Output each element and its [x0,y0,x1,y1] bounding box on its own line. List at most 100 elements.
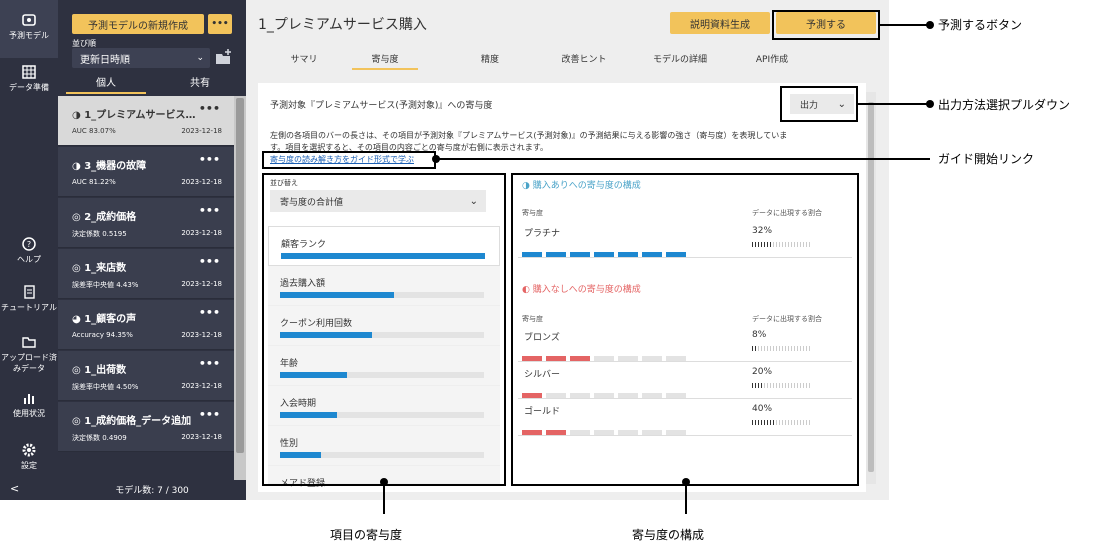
annotation-output-pulldown: 出力方法選択プルダウン [938,98,1071,112]
rail-item-help[interactable]: ? ヘルプ [0,236,58,272]
list-more-button[interactable]: ••• [208,14,232,34]
model-name-text: 1_成約価格_データ追加 [84,416,192,427]
callout-predict-button [772,10,880,40]
content-scrollbar[interactable] [866,92,876,484]
annotation-dot [380,478,388,486]
annotation-dot [682,478,690,486]
model-name-text: 1_顧客の声 [84,314,137,325]
model-menu-button[interactable]: ••• [199,204,220,217]
model-metric: AUC 83.07% [72,127,116,135]
help-icon: ? [22,237,36,251]
tab-improvement-hints[interactable]: 改善ヒント [544,52,624,65]
model-date: 2023-12-18 [181,127,222,135]
model-list: ◑ 1_プレミアムサービス… ••• AUC 83.07% 2023-12-18… [58,96,234,456]
rail-item-settings[interactable]: 設定 [0,442,58,472]
annotation-predict-button: 予測するボタン [938,18,1023,32]
model-name-text: 2_成約価格 [84,212,137,223]
rail-item-tutorial[interactable]: チュートリアル [0,284,58,324]
data-prep-icon [22,65,36,79]
model-name-text: 1_来店数 [84,263,127,274]
list-item[interactable]: ◎ 1_成約価格_データ追加 ••• 決定係数 0.4909 2023-12-1… [58,402,234,452]
annotation-dot [432,155,440,163]
model-menu-button[interactable]: ••• [199,153,220,166]
list-item[interactable]: ◎ 1_出荷数 ••• 誤差率中央値 4.50% 2023-12-18 [58,351,234,401]
model-count: モデル数: 7 / 300 [115,486,189,496]
predict-model-icon [22,14,36,26]
sort-select-value: 更新日時順 [80,54,130,66]
model-name-text: 1_プレミアムサービス… [84,110,196,121]
rail-label: 設定 [21,461,37,470]
model-date: 2023-12-18 [181,433,222,441]
tab-personal[interactable]: 個人 [66,74,146,94]
annotation-line [685,486,687,514]
model-metric: 決定係数 0.5195 [72,230,127,238]
annotation-dot [926,21,934,29]
annotation-guide-link: ガイド開始リンク [938,152,1035,166]
gauge-icon: ◎ [72,263,81,274]
model-name-text: 1_出荷数 [84,365,127,376]
model-date: 2023-12-18 [181,229,222,237]
model-menu-button[interactable]: ••• [199,102,220,115]
list-item[interactable]: ◕ 1_顧客の声 ••• Accuracy 94.35% 2023-12-18 [58,300,234,350]
tab-summary[interactable]: サマリ [264,52,344,65]
upload-folder-icon [22,337,36,348]
tab-contribution[interactable]: 寄与度 [352,52,418,70]
rail-label: チュートリアル [1,303,57,312]
gauge-icon: ◎ [72,416,81,427]
list-item[interactable]: ◑ 3_機器の故障 ••• AUC 81.22% 2023-12-18 [58,147,234,197]
contribution-heading: 予測対象『プレミアムサービス(予測対象)』への寄与度 [270,101,493,111]
tab-model-details[interactable]: モデルの詳細 [640,52,720,65]
add-folder-icon[interactable] [214,48,232,66]
model-menu-button[interactable]: ••• [199,306,220,319]
pie-icon: ◑ [72,161,81,172]
annotation-line [858,103,930,105]
rail-item-uploaded-data[interactable]: アップロード済みデータ [0,334,58,374]
rail-label: 予測モデル [9,31,49,40]
model-metric: AUC 81.22% [72,178,116,186]
annotation-line [436,158,930,160]
annotation-feature-contrib: 項目の寄与度 [330,528,403,542]
new-model-button[interactable]: 予測モデルの新規作成 [72,14,204,34]
doc-generate-button[interactable]: 説明資料生成 [670,12,770,34]
rail-label: アップロード済みデータ [1,353,57,373]
model-menu-button[interactable]: ••• [199,255,220,268]
settings-icon [22,443,36,457]
model-date: 2023-12-18 [181,382,222,390]
annotation-line [383,486,385,514]
list-item[interactable]: ◑ 1_プレミアムサービス… ••• AUC 83.07% 2023-12-18 [58,96,234,146]
model-date: 2023-12-18 [181,280,222,288]
list-item[interactable]: ◎ 1_来店数 ••• 誤差率中央値 4.43% 2023-12-18 [58,249,234,299]
list-scrollbar-thumb[interactable] [236,98,244,453]
rail-collapse-button[interactable]: < [0,482,58,495]
sort-select[interactable]: 更新日時順 ⌄ [72,48,210,68]
gauge-icon: ◎ [72,365,81,376]
rail-item-data-prep[interactable]: データ準備 [0,64,58,104]
callout-composition [511,173,859,486]
pie-icon: ◑ [72,110,81,121]
tab-shared[interactable]: 共有 [160,74,240,94]
rail-label: データ準備 [9,83,49,92]
rail-item-usage[interactable]: 使用状況 [0,390,58,420]
model-menu-button[interactable]: ••• [199,408,220,421]
model-name: ◎ 2_成約価格 [72,208,136,223]
model-metric: Accuracy 94.35% [72,331,133,339]
model-metric: 誤差率中央値 4.43% [72,281,139,289]
model-metric: 誤差率中央値 4.50% [72,383,139,391]
model-name: ◑ 1_プレミアムサービス… [72,106,195,121]
model-name-text: 3_機器の故障 [84,161,147,172]
rail-item-predict-model[interactable]: 予測モデル [0,0,58,58]
svg-text:?: ? [27,240,31,249]
left-rail: 予測モデル データ準備 ? ヘルプ チュートリアル アップロード済みデータ 使用… [0,0,58,500]
model-menu-button[interactable]: ••• [199,357,220,370]
annotation-contrib-composition: 寄与度の構成 [632,528,705,542]
tab-api[interactable]: API作成 [732,52,812,65]
chevron-down-icon: ⌄ [196,53,204,63]
callout-output-select [780,86,858,122]
page-title: 1_プレミアムサービス購入 [258,17,427,33]
model-date: 2023-12-18 [181,178,222,186]
list-item[interactable]: ◎ 2_成約価格 ••• 決定係数 0.5195 2023-12-18 [58,198,234,248]
tutorial-icon [24,285,35,299]
rail-label: ヘルプ [17,255,41,264]
multiclass-pie-icon: ◕ [72,314,81,325]
tab-accuracy[interactable]: 精度 [450,52,530,65]
